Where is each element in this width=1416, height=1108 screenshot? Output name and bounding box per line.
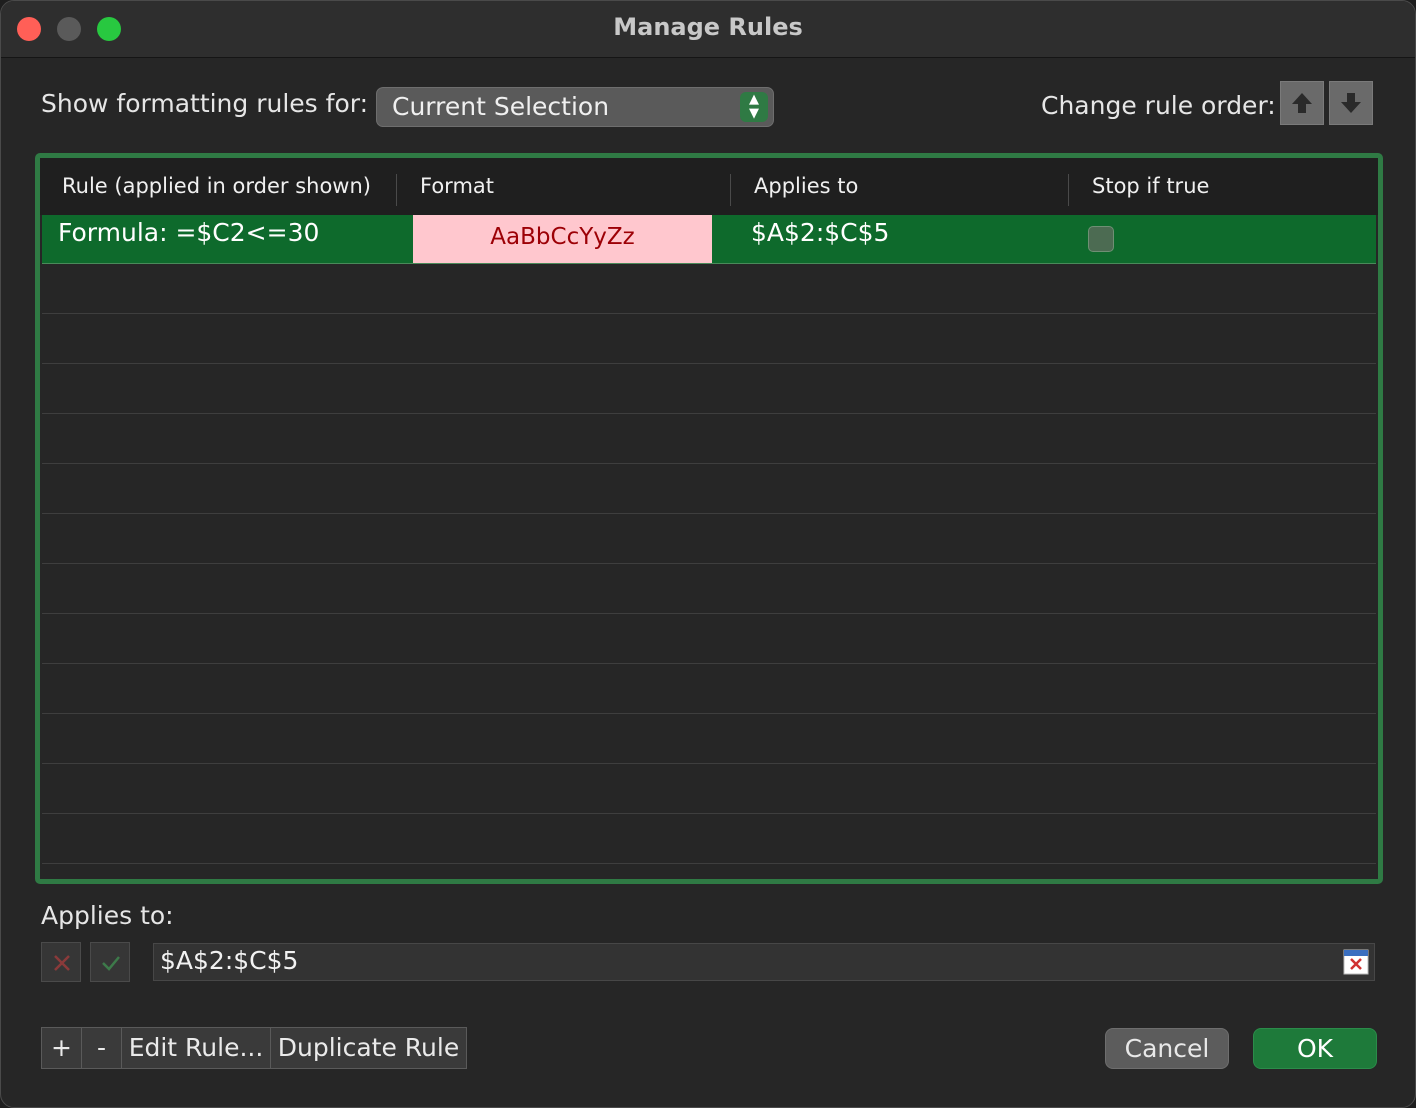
- close-icon: [54, 955, 70, 971]
- rules-table[interactable]: Rule (applied in order shown) Format App…: [35, 153, 1383, 884]
- add-rule-button[interactable]: +: [41, 1027, 82, 1069]
- format-preview: AaBbCcYyZz: [413, 215, 712, 263]
- table-row: [42, 565, 1376, 614]
- ok-button[interactable]: OK: [1253, 1028, 1377, 1069]
- edit-rule-button[interactable]: Edit Rule...: [121, 1027, 271, 1069]
- show-rules-label: Show formatting rules for:: [41, 89, 369, 118]
- column-divider: [1068, 174, 1069, 206]
- cancel-button[interactable]: Cancel: [1105, 1028, 1229, 1069]
- column-header-format[interactable]: Format: [420, 174, 494, 198]
- column-header-applies-to[interactable]: Applies to: [754, 174, 858, 198]
- table-row: [42, 265, 1376, 314]
- title-bar: Manage Rules: [1, 1, 1415, 58]
- rule-description: Formula: =$C2<=30: [58, 218, 320, 247]
- stop-if-true-checkbox[interactable]: [1088, 226, 1114, 252]
- column-header-rule[interactable]: Rule (applied in order shown): [62, 174, 371, 198]
- manage-rules-dialog: Manage Rules Show formatting rules for: …: [0, 0, 1416, 1108]
- applies-to-range-input[interactable]: $A$2:$C$5: [153, 943, 1375, 981]
- duplicate-rule-button[interactable]: Duplicate Rule: [270, 1027, 467, 1069]
- applies-to-label: Applies to:: [41, 901, 174, 930]
- column-divider: [730, 174, 731, 206]
- confirm-edit-button[interactable]: [90, 942, 130, 982]
- table-row: [42, 415, 1376, 464]
- column-divider: [396, 174, 397, 206]
- show-rules-selected-value: Current Selection: [392, 92, 610, 121]
- table-row: [42, 465, 1376, 514]
- table-row: [42, 765, 1376, 814]
- table-row[interactable]: Formula: =$C2<=30 AaBbCcYyZz $A$2:$C$5: [42, 215, 1376, 264]
- table-row: [42, 515, 1376, 564]
- applies-to-range-value: $A$2:$C$5: [160, 946, 299, 975]
- table-row: [42, 615, 1376, 664]
- table-row: [42, 815, 1376, 864]
- column-header-stop-if-true[interactable]: Stop if true: [1092, 174, 1209, 198]
- remove-rule-button[interactable]: -: [81, 1027, 122, 1069]
- rule-order-label: Change rule order:: [1041, 91, 1276, 120]
- move-rule-down-button[interactable]: [1329, 81, 1373, 125]
- table-row: [42, 315, 1376, 364]
- arrow-up-icon: [1292, 93, 1312, 113]
- cancel-edit-button[interactable]: [41, 942, 81, 982]
- format-preview-text: AaBbCcYyZz: [490, 224, 635, 250]
- arrow-down-icon: [1341, 93, 1361, 113]
- table-header: Rule (applied in order shown) Format App…: [40, 158, 1378, 215]
- show-rules-select[interactable]: Current Selection ▲ ▼: [376, 87, 774, 127]
- table-row: [42, 365, 1376, 414]
- table-row: [42, 715, 1376, 764]
- checkmark-icon: [102, 956, 120, 971]
- move-rule-up-button[interactable]: [1280, 81, 1324, 125]
- chevron-up-down-icon: ▲ ▼: [740, 92, 768, 122]
- window-title: Manage Rules: [613, 13, 803, 41]
- table-row: [42, 665, 1376, 714]
- range-selector-icon[interactable]: [1343, 949, 1369, 975]
- rule-applies-to: $A$2:$C$5: [751, 218, 890, 247]
